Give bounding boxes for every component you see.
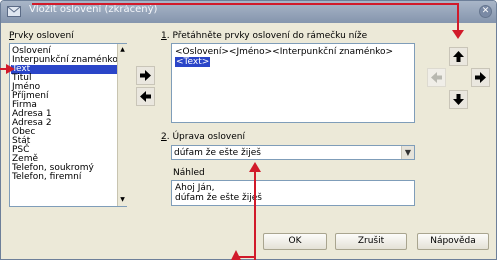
list-item[interactable]: Telefon, firemní bbox=[12, 173, 81, 182]
preview-label: Náhled bbox=[173, 168, 205, 178]
preview-line-2: dúfam že ešte žiješ bbox=[175, 193, 262, 203]
callout-arrow-up-middle bbox=[249, 162, 261, 172]
arrow-left-icon bbox=[431, 72, 442, 83]
dialog-window: Vložit oslovení (zkrácený) ✕ Prvky oslov… bbox=[0, 0, 497, 260]
cancel-button[interactable]: Zrušit bbox=[335, 233, 407, 250]
scroll-down-icon[interactable]: ▼ bbox=[118, 195, 127, 204]
arrow-down-icon bbox=[453, 94, 464, 105]
add-element-button[interactable] bbox=[136, 66, 155, 85]
callout-arrow-down bbox=[452, 30, 464, 39]
app-icon bbox=[7, 6, 21, 17]
close-icon: ✕ bbox=[481, 6, 490, 16]
arrange-line-2-selected[interactable]: <Text> bbox=[175, 57, 211, 67]
arrow-left-icon bbox=[140, 91, 151, 102]
arrange-label: 1. Přetáhněte prvky oslovení do rámečku … bbox=[161, 31, 368, 41]
arrow-right-icon bbox=[140, 70, 151, 81]
callout-line-top bbox=[32, 3, 459, 5]
ok-button[interactable]: OK bbox=[263, 233, 327, 250]
move-down-button[interactable] bbox=[449, 90, 468, 109]
callout-line-middle bbox=[254, 171, 256, 260]
close-button[interactable]: ✕ bbox=[479, 5, 492, 18]
callout-arrow-right bbox=[6, 64, 15, 74]
scroll-up-icon[interactable]: ▲ bbox=[118, 45, 127, 54]
move-left-button[interactable] bbox=[427, 68, 446, 87]
list-scrollbar[interactable]: ▲ ▼ bbox=[117, 44, 127, 206]
customize-label: 2. Úprava oslovení bbox=[161, 132, 245, 142]
window-title: Vložit oslovení (zkrácený) bbox=[29, 4, 158, 15]
arrow-right-icon bbox=[475, 72, 486, 83]
preview-box: Ahoj Ján, dúfam že ešte žiješ bbox=[171, 180, 415, 206]
chevron-down-icon[interactable]: ▼ bbox=[401, 146, 414, 159]
salutation-combo-value: dúfam že ešte žiješ bbox=[174, 148, 261, 158]
salutation-elements-box[interactable]: <Oslovení><Jméno><Interpunkční znaménko>… bbox=[171, 43, 415, 123]
arrow-up-icon bbox=[453, 51, 464, 62]
elements-label: Prvky oslovení bbox=[9, 31, 74, 41]
move-up-button[interactable] bbox=[449, 47, 468, 66]
move-right-button[interactable] bbox=[471, 68, 490, 87]
salutation-combo[interactable]: dúfam že ešte žiješ ▼ bbox=[171, 145, 415, 160]
callout-arrow-up-bottom bbox=[231, 250, 241, 260]
help-button[interactable]: Nápověda bbox=[417, 233, 489, 250]
preview-line-1: Ahoj Ján, bbox=[175, 183, 215, 193]
arrange-line-1[interactable]: <Oslovení><Jméno><Interpunkční znaménko> bbox=[175, 47, 393, 57]
remove-element-button[interactable] bbox=[136, 87, 155, 106]
callout-line-right bbox=[457, 3, 459, 33]
address-elements-list[interactable]: Oslovení Interpunkční znaménko Text Titu… bbox=[9, 43, 127, 207]
